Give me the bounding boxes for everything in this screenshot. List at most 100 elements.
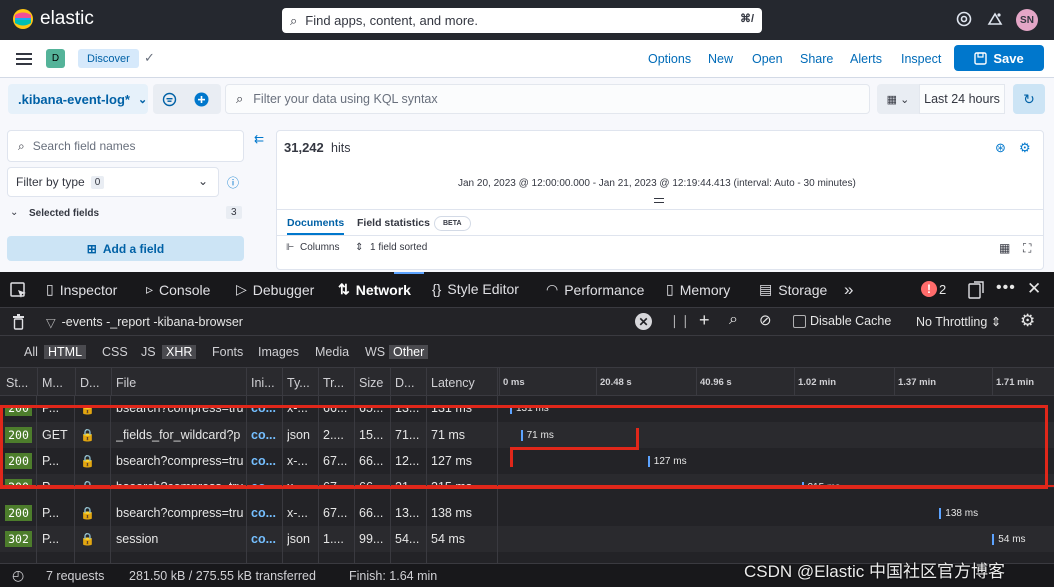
field-search-input[interactable]: ⌕ Search field names [7, 130, 244, 162]
column-header[interactable]: Latency [431, 376, 475, 390]
newsfeed-icon[interactable] [987, 11, 1003, 27]
column-header[interactable]: File [116, 376, 136, 390]
column-header[interactable]: Ty... [287, 376, 310, 390]
add-field-button[interactable]: ⊞ Add a field [7, 236, 244, 261]
sort-icon[interactable]: ⇕ [355, 242, 363, 253]
column-divider[interactable] [75, 368, 76, 396]
chart-options-icon[interactable]: ⊛ [995, 140, 1006, 156]
global-search-input[interactable]: ⌕ Find apps, content, and more. ⌘/ [282, 8, 762, 33]
devtools-tab-inspector[interactable]: ▯ Inspector [46, 281, 117, 298]
chevron-down-icon[interactable]: ⌄ [10, 207, 18, 218]
fullscreen-icon[interactable]: ⛶ [1023, 241, 1031, 256]
search-icon[interactable]: ⌕ [729, 311, 738, 329]
gear-icon[interactable]: ⚙ [1020, 311, 1035, 331]
type-filter-css[interactable]: CSS [98, 345, 132, 359]
type-filter-html[interactable]: HTML [44, 345, 87, 359]
network-filter-input[interactable]: ▽ -events -_report -kibana-browser [36, 310, 656, 334]
resize-handle[interactable] [654, 198, 664, 203]
column-divider[interactable] [426, 368, 427, 396]
column-divider[interactable] [111, 368, 112, 396]
column-header[interactable]: D... [80, 376, 99, 390]
request-row[interactable]: 200 P... 🔒 bsearch?compress=tru co... x-... 67… [0, 500, 1054, 526]
column-header[interactable]: Size [359, 376, 383, 390]
type-filter-js[interactable]: JS [137, 345, 160, 359]
column-header[interactable]: D... [395, 376, 414, 390]
column-divider[interactable] [390, 368, 391, 396]
saved-query-icon[interactable] [162, 92, 177, 107]
chevron-down-icon[interactable]: ✓ [144, 50, 155, 66]
data-view-picker[interactable]: .kibana-event-log* ⌄ [8, 84, 148, 114]
breadcrumb-discover[interactable]: Discover [78, 49, 139, 68]
filter-by-type-button[interactable]: Filter by type 0 ⌄ [7, 167, 219, 197]
type-filter-other[interactable]: Other [389, 345, 429, 359]
type-filter-all[interactable]: All [20, 345, 42, 359]
refresh-button[interactable]: ↻ [1013, 84, 1045, 114]
devtools-tab-style-editor[interactable]: {} Style Editor [432, 281, 519, 297]
type-filter-images[interactable]: Images [254, 345, 303, 359]
devtools-tab-console[interactable]: ▹ Console [146, 281, 210, 298]
throttling-select[interactable]: No Throttling ⇕ [916, 314, 1001, 329]
column-divider[interactable] [282, 368, 283, 396]
help-icon[interactable] [956, 11, 972, 27]
type-filter-ws[interactable]: WS [361, 345, 389, 359]
clear-filter-icon[interactable]: ✕ [635, 313, 652, 330]
columns-icon[interactable]: ⊩ [286, 242, 294, 253]
column-divider[interactable] [246, 368, 247, 396]
column-header[interactable]: Tr... [323, 376, 344, 390]
devtools-tab-performance[interactable]: ◠ Performance [546, 281, 644, 298]
space-badge[interactable]: D [46, 49, 65, 68]
element-picker-icon[interactable] [10, 282, 27, 299]
kql-query-input[interactable]: ⌕ Filter your data using KQL syntax [225, 84, 870, 114]
request-row[interactable]: 302 P... 🔒 session co... json 1.... 99... 54... 5… [0, 526, 1054, 552]
inspect-link[interactable]: Inspect [901, 52, 941, 66]
devtools-tab-debugger[interactable]: ▷ Debugger [236, 281, 314, 298]
tab-documents[interactable]: Documents [287, 217, 345, 235]
save-button[interactable]: Save [954, 45, 1044, 71]
columns-button[interactable]: Columns [300, 242, 339, 253]
quick-menu-button[interactable]: ▦ ⌄ [877, 84, 919, 114]
alerts-link[interactable]: Alerts [850, 52, 882, 66]
column-header[interactable]: Ini... [251, 376, 275, 390]
column-divider[interactable] [37, 368, 38, 396]
type-filter-xhr[interactable]: XHR [162, 345, 197, 359]
block-icon[interactable]: ⊘ [759, 311, 772, 329]
type-filter-media[interactable]: Media [311, 345, 353, 359]
column-divider[interactable] [497, 368, 498, 396]
trash-icon[interactable] [12, 314, 25, 330]
disable-cache-label[interactable]: Disable Cache [810, 314, 891, 328]
column-header[interactable]: St... [6, 376, 28, 390]
column-divider[interactable] [318, 368, 319, 396]
column-divider[interactable] [354, 368, 355, 396]
more-tabs-icon[interactable]: » [844, 280, 853, 300]
keyboard-icon[interactable]: ▦ [999, 241, 1010, 255]
disable-cache-checkbox[interactable] [793, 315, 806, 328]
timeline-tick-label: 20.48 s [600, 377, 632, 388]
options-link[interactable]: Options [648, 52, 691, 66]
error-icon[interactable]: ! [921, 281, 937, 297]
user-avatar[interactable]: SN [1016, 9, 1038, 31]
new-link[interactable]: New [708, 52, 733, 66]
devtools-tab-storage[interactable]: ▤ Storage [759, 281, 827, 298]
time-range-display[interactable]: Last 24 hours [919, 84, 1005, 114]
gear-icon[interactable]: ⚙ [1019, 140, 1031, 156]
more-options-icon[interactable]: ••• [996, 279, 1016, 297]
column-header[interactable]: M... [42, 376, 63, 390]
performance-icon[interactable]: ◴ [12, 567, 24, 584]
collapse-sidebar-icon[interactable]: ⇇ [254, 132, 264, 146]
pause-icon[interactable]: ❘❘ [669, 313, 691, 329]
add-icon[interactable]: + [699, 310, 710, 331]
info-icon[interactable]: ⓘ [222, 167, 244, 197]
devtools-tab-memory[interactable]: ▯ Memory [666, 281, 730, 298]
devtools-tab-label: Style Editor [447, 281, 519, 297]
sort-button[interactable]: 1 field sorted [370, 242, 427, 253]
devtools-tab-network[interactable]: ⇅ Network [338, 281, 411, 298]
share-link[interactable]: Share [800, 52, 833, 66]
dock-icon[interactable] [968, 281, 985, 299]
elastic-logo[interactable]: elastic [12, 8, 94, 30]
tab-field-statistics[interactable]: Field statistics [357, 217, 430, 229]
type-filter-fonts[interactable]: Fonts [208, 345, 247, 359]
add-filter-icon[interactable] [194, 92, 209, 107]
open-link[interactable]: Open [752, 52, 783, 66]
close-icon[interactable]: ✕ [1027, 279, 1041, 299]
menu-icon[interactable] [16, 53, 32, 65]
